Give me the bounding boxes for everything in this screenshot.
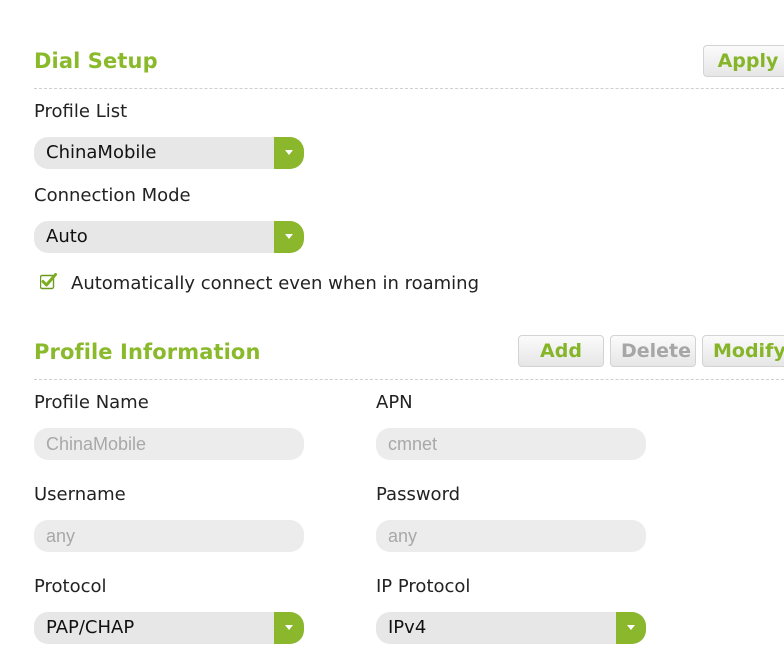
protocol-select[interactable]: PAP/CHAP (34, 612, 304, 644)
protocol-label: Protocol (34, 576, 107, 597)
profile-info-title: Profile Information (34, 340, 261, 364)
chevron-down-icon (274, 221, 304, 253)
profile-info-divider (34, 379, 784, 380)
ip-protocol-value: IPv4 (388, 617, 427, 638)
apn-input[interactable] (376, 428, 646, 460)
username-input[interactable] (34, 520, 304, 552)
ip-protocol-label: IP Protocol (376, 576, 471, 597)
dial-setup-divider (34, 88, 784, 89)
profile-list-value: ChinaMobile (46, 142, 157, 163)
apn-label: APN (376, 392, 413, 413)
chevron-down-icon (274, 137, 304, 169)
add-button[interactable]: Add (518, 335, 604, 367)
protocol-value: PAP/CHAP (46, 617, 135, 638)
roaming-checkbox[interactable] (39, 273, 57, 290)
dial-setup-page: Dial Setup Apply Profile List ChinaMobil… (0, 0, 784, 646)
modify-button[interactable]: Modify (702, 335, 784, 367)
profile-name-label: Profile Name (34, 392, 149, 413)
chevron-down-icon (616, 612, 646, 644)
connection-mode-label: Connection Mode (34, 185, 191, 206)
password-input[interactable] (376, 520, 646, 552)
connection-mode-value: Auto (46, 226, 88, 247)
connection-mode-select[interactable]: Auto (34, 221, 304, 253)
checkmark-icon (39, 273, 57, 290)
password-label: Password (376, 484, 461, 505)
profile-list-select[interactable]: ChinaMobile (34, 137, 304, 169)
chevron-down-icon (274, 612, 304, 644)
roaming-checkbox-label: Automatically connect even when in roami… (71, 273, 480, 294)
dial-setup-title: Dial Setup (34, 49, 158, 73)
delete-button[interactable]: Delete (610, 335, 696, 367)
profile-list-label: Profile List (34, 101, 128, 122)
username-label: Username (34, 484, 126, 505)
profile-name-input[interactable] (34, 428, 304, 460)
apply-button[interactable]: Apply (703, 45, 784, 77)
ip-protocol-select[interactable]: IPv4 (376, 612, 646, 644)
